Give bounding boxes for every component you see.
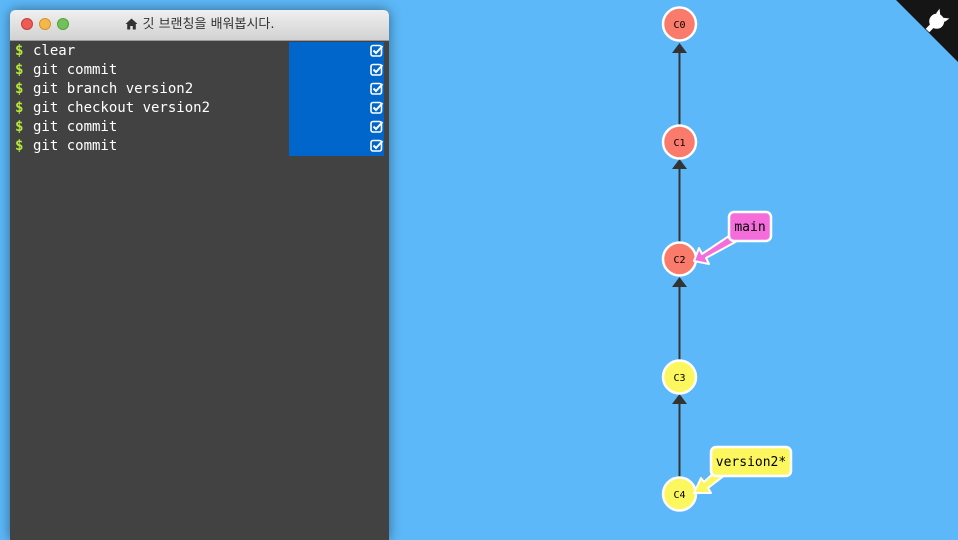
- branch-label: version2*: [716, 455, 786, 470]
- branch-main[interactable]: main: [693, 210, 773, 265]
- edge-arrowhead: [672, 277, 687, 287]
- commit-label: C1: [673, 138, 685, 149]
- commit-graph: C0 C1 C2 C3 C4 main version2*: [661, 6, 793, 512]
- github-corner-link[interactable]: [896, 0, 958, 62]
- commit-label: C0: [673, 20, 685, 31]
- commit-label: C4: [673, 490, 685, 501]
- commit-node-c0[interactable]: C0: [661, 6, 698, 42]
- edge-arrowhead: [672, 394, 687, 404]
- edge-arrowhead: [672, 159, 687, 169]
- commit-node-c3[interactable]: C3: [661, 359, 698, 395]
- commit-node-c4[interactable]: C4: [661, 476, 698, 512]
- commit-node-c2[interactable]: C2: [661, 241, 698, 277]
- branch-label: main: [734, 220, 765, 235]
- edge-arrowhead: [672, 43, 687, 53]
- commit-node-c1[interactable]: C1: [661, 124, 698, 160]
- commit-label: C2: [673, 255, 685, 266]
- branch-version2[interactable]: version2*: [693, 445, 793, 494]
- commit-label: C3: [673, 373, 685, 384]
